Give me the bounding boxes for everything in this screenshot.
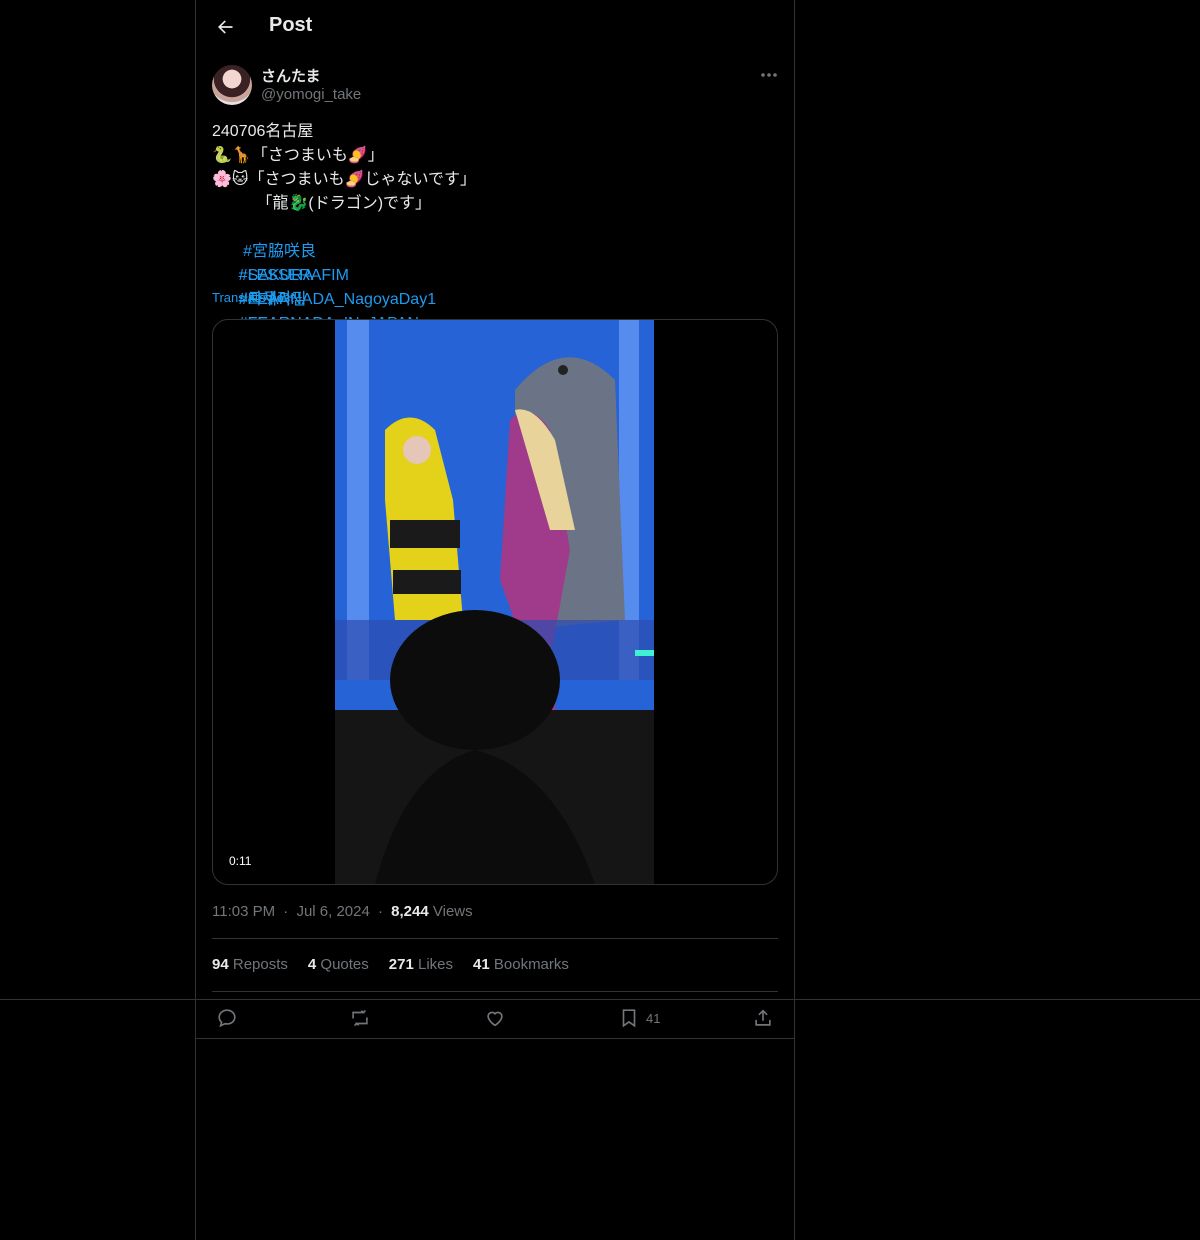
bookmarks-stat[interactable]: 41 Bookmarks bbox=[473, 956, 569, 973]
divider bbox=[212, 991, 778, 992]
views-label: Views bbox=[432, 903, 473, 920]
avatar[interactable] bbox=[212, 65, 252, 105]
engagement-stats: 94 Reposts 4 Quotes 271 Likes 41 Bookmar… bbox=[212, 956, 569, 973]
back-button[interactable] bbox=[208, 10, 242, 44]
divider bbox=[196, 1038, 794, 1039]
hashtag-line: #宮脇咲良 #SAKURA #사쿠라 bbox=[212, 216, 778, 308]
tweet-line: 「龍🐉(ドラゴン)です」 bbox=[212, 195, 432, 212]
tweet-text: 240706名古屋 🐍🦒「さつまいも🍠」 🌸🐱「さつまいも🍠じゃないです」 「龍… bbox=[212, 120, 778, 332]
quotes-stat[interactable]: 4 Quotes bbox=[308, 956, 369, 973]
bookmark-icon bbox=[622, 1009, 636, 1028]
more-icon bbox=[761, 73, 777, 77]
post-header: Post bbox=[196, 0, 794, 53]
share-button[interactable] bbox=[752, 1003, 774, 1033]
post-column: Post さんたま @yomogi_take 240706名古屋 🐍🦒「さつまい… bbox=[195, 0, 795, 1240]
hashtag-link[interactable]: #宮脇咲良 bbox=[243, 243, 316, 260]
meta-separator: · bbox=[283, 903, 289, 920]
translate-post-link[interactable]: Translate post bbox=[212, 290, 294, 305]
video-player[interactable]: 0:11 bbox=[212, 319, 778, 885]
like-button[interactable] bbox=[484, 1003, 506, 1033]
action-bar: 41 bbox=[196, 1000, 794, 1038]
author-handle[interactable]: @yomogi_take bbox=[261, 86, 361, 103]
video-thumbnail bbox=[335, 320, 654, 884]
bookmark-button[interactable]: 41 bbox=[618, 1003, 660, 1033]
hashtag-link[interactable]: #LESSERAFIM bbox=[239, 267, 349, 284]
post-time[interactable]: 11:03 PM bbox=[212, 903, 275, 920]
tweet-line: 🐍🦒「さつまいも🍠」 bbox=[212, 147, 384, 164]
share-icon bbox=[755, 1009, 771, 1026]
post-meta: 11:03 PM · Jul 6, 2024 · 8,244 Views bbox=[212, 903, 473, 920]
page-title: Post bbox=[269, 14, 313, 36]
divider bbox=[212, 938, 778, 939]
reply-icon bbox=[218, 1009, 236, 1028]
views-count: 8,244 bbox=[391, 903, 429, 920]
bookmark-count: 41 bbox=[646, 1010, 661, 1026]
meta-separator: · bbox=[378, 903, 383, 920]
tweet-line: 🌸🐱「さつまいも🍠じゃないです」 bbox=[212, 171, 477, 188]
tweet-line: 240706名古屋 bbox=[212, 123, 314, 140]
heart-icon bbox=[487, 1011, 503, 1027]
arrow-left-icon bbox=[218, 20, 233, 34]
repost-icon bbox=[352, 1009, 368, 1027]
likes-stat[interactable]: 271 Likes bbox=[389, 956, 453, 973]
reposts-stat[interactable]: 94 Reposts bbox=[212, 956, 288, 973]
author-name[interactable]: さんたま bbox=[261, 65, 321, 86]
post-date[interactable]: Jul 6, 2024 bbox=[296, 903, 369, 920]
reply-button[interactable] bbox=[216, 1003, 238, 1033]
video-duration: 0:11 bbox=[223, 852, 258, 870]
repost-button[interactable] bbox=[349, 1003, 371, 1033]
stage-scene-image bbox=[335, 320, 654, 884]
more-options-button[interactable] bbox=[756, 64, 782, 86]
